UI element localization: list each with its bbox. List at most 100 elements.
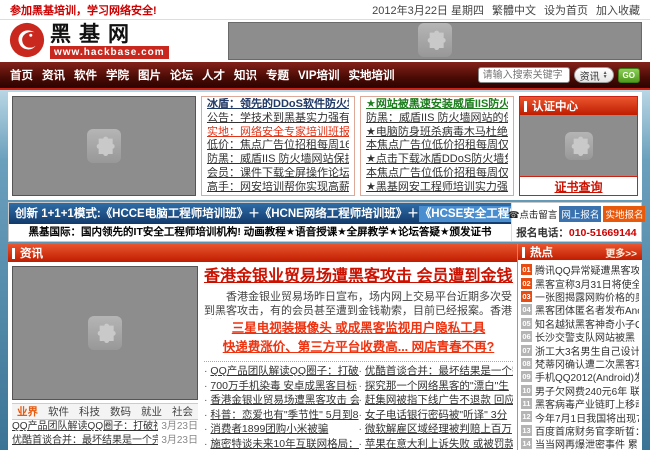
certification-image[interactable] (520, 115, 637, 176)
main-headline-link[interactable]: 香港金银业贸易场遭黑客攻击 会员遭到金钱勒索 (204, 266, 513, 288)
news-link[interactable]: 施密特谈未来10年互联网格局：隐 (210, 438, 358, 450)
hot-link[interactable]: 黑客宣称3月31日将使全 (535, 276, 639, 289)
set-homepage-link[interactable]: 设为首页 (544, 2, 588, 18)
news-link[interactable]: 700万手机染毒 安卓成黑客目标 (210, 380, 356, 392)
traditional-chinese-link[interactable]: 繁體中文 (492, 2, 536, 18)
hot-item: 13百度首席财务官李昕晢： (521, 424, 639, 437)
dotted-divider (204, 361, 513, 362)
tab-software[interactable]: 软件 (43, 404, 74, 419)
promo-link[interactable]: 实地：网络安全专家培训班报名中 (207, 126, 349, 139)
promo-link[interactable]: 低价：焦点广告位招租每周168元 (207, 139, 349, 152)
tab-industry[interactable]: 业界 (12, 404, 43, 419)
news-link[interactable]: 优酷首谈合并：最坏结果是一个完 (365, 365, 513, 377)
site-logo[interactable]: 黑基网 www.hackbase.com (8, 21, 228, 62)
news-link[interactable]: 香港金银业贸易场遭黑客攻击 会 (210, 394, 358, 406)
tab-news-link[interactable]: 优酷首谈合并：最坏结果是一个完了另一 (12, 434, 158, 448)
hot-item: 10男子欠网费240元6年 联 (521, 384, 639, 397)
hot-link[interactable]: 梵蒂冈确认遭二次黑客攻 (535, 357, 639, 370)
sub-headline-link[interactable]: 快递费涨价、第三方平台收费高... 网店青春不再? (204, 338, 513, 357)
training-banner: 创新 1+1+1模式:《HCCE电脑工程师培训班》＋《HCNE网络工程师培训班》… (8, 202, 642, 242)
promo-link[interactable]: 冰盾：领先的DDoS软件防火墙 (207, 98, 349, 111)
nav-item-onsite-training[interactable]: 实地培训 (349, 67, 395, 83)
news-link[interactable]: 赶集网被指下线广告不退款 回应 (365, 394, 513, 406)
search-go-button[interactable]: GO (618, 68, 640, 83)
tab-technology[interactable]: 科技 (74, 404, 105, 419)
hot-link[interactable]: 长沙交警支队网站被黑 (535, 330, 635, 343)
add-favorite-link[interactable]: 加入收藏 (596, 2, 640, 18)
hot-link[interactable]: 当当网再爆泄密事件 累 (535, 437, 638, 450)
news-link[interactable]: 苹果在意大利上诉失败 或被罚款 (365, 438, 513, 450)
hot-link[interactable]: 浙工大3名男生自己设计 (535, 343, 639, 356)
hot-list: 01腾讯QQ异常疑遭黑客攻击 02黑客宣称3月31日将使全 03一张图揭露网购价… (518, 260, 642, 450)
promo-link[interactable]: 会员：课件下载全屏操作论坛答疑 (207, 167, 349, 180)
promo-ad-image[interactable] (12, 96, 196, 196)
sub-headline-link[interactable]: 三星电视装摄像头 或成黑客监视用户隐私工具 (204, 319, 513, 338)
promo-link[interactable]: ★电脑防身班杀病毒木马杜绝艳照门 (366, 126, 508, 139)
nav-item-academy[interactable]: 学院 (106, 67, 129, 83)
tab-digital[interactable]: 数码 (105, 404, 136, 419)
promo-link[interactable]: ★网站被黑速安装威盾IIS防火墙 (366, 98, 508, 111)
tab-news-link[interactable]: QQ产品团队解读QQ圈子：打破社交壁垒 (12, 420, 158, 434)
tab-news-row: 优酷首谈合并：最坏结果是一个完了另一 3月23日 (12, 434, 198, 448)
current-date: 2012年3月22日 星期四 (372, 2, 484, 18)
promo-link[interactable]: 高手：网安培训帮你实现高薪梦想 (207, 181, 349, 194)
hot-item: 04黑客团体匿名者发布Ano (521, 303, 639, 316)
certificate-query-link[interactable]: 证书查询 (554, 178, 602, 195)
hot-link[interactable]: 黑客病毒产业链盯上移动 (535, 397, 639, 410)
search-category-select[interactable]: 资讯 ▲▼ (574, 67, 614, 83)
hot-more-link[interactable]: 更多>> (605, 245, 637, 260)
training-banner-line2[interactable]: 黑基国际：国内领先的IT安全工程师培训机构! 动画教程★语音授课★全屏教学★论坛… (9, 224, 511, 241)
select-arrows-icon: ▲▼ (603, 71, 608, 79)
promo-link[interactable]: 本焦点广告位低价招租每周仅168元 (366, 139, 508, 152)
hot-link[interactable]: 黑客团体匿名者发布Ano (535, 303, 639, 316)
nav-item-forum[interactable]: 论坛 (170, 67, 193, 83)
news-photo[interactable] (12, 266, 198, 400)
nav-item-pictures[interactable]: 图片 (138, 67, 161, 83)
nav-item-talent[interactable]: 人才 (202, 67, 225, 83)
tab-society[interactable]: 社会 (167, 404, 198, 419)
news-link[interactable]: 微软解雇区域经理被判赔上百万 (365, 423, 512, 435)
signup-panel: ☎点击留言 网上报名 实地报名 报名电话：010-51669144 (511, 203, 641, 241)
leave-message-link[interactable]: ☎点击留言 (508, 207, 558, 221)
hot-link[interactable]: 手机QQ2012(Android)发 (535, 370, 639, 383)
search-input[interactable] (478, 67, 570, 83)
hot-link[interactable]: 一张图揭露网购价格的奥 (535, 290, 639, 303)
news-column: 资讯 业界 软件 科技 数码 就业 社会 QQ产品团队解读QQ圈子 (8, 244, 518, 450)
hot-link[interactable]: 知名越狱黑客神奇小子G (535, 317, 639, 330)
news-link[interactable]: 消费者1899团购小米被骗 (210, 423, 328, 435)
hot-item: 06长沙交警支队网站被黑 (521, 330, 639, 343)
nav-item-software[interactable]: 软件 (74, 67, 97, 83)
dragon-logo-icon (8, 21, 46, 62)
main-nav: 首页 资讯 软件 学院 图片 论坛 人才 知识 专题 VIP培训 实地培训 资讯… (0, 62, 650, 90)
onsite-signup-link[interactable]: 实地报名 (603, 206, 645, 222)
nav-item-knowledge[interactable]: 知识 (234, 67, 257, 83)
promo-link[interactable]: 本焦点广告位低价招租每周仅168元 (366, 167, 508, 180)
promo-link[interactable]: 防黑：威盾IIS 防火墙网站保护神 (207, 153, 349, 166)
nav-item-vip-training[interactable]: VIP培训 (298, 67, 340, 83)
news-link[interactable]: 科普：恋爱也有"季节性" 5月到8 (210, 409, 358, 421)
promo-link[interactable]: ★点击下载冰盾DDoS防火墙免费版 (366, 153, 508, 166)
hot-item: 12今年7月1日我国将出现7 (521, 410, 639, 423)
news-link[interactable]: 女子电话银行密码被"听译" 3分 (365, 409, 507, 421)
hot-link[interactable]: 今年7月1日我国将出现7 (535, 410, 639, 423)
phone-number: 010-51669144 (569, 227, 637, 239)
hot-link[interactable]: 男子欠网费240元6年 联 (535, 384, 639, 397)
promo-link[interactable]: ★黑基网安工程师培训实力强信誉好 (366, 181, 508, 194)
promo-link[interactable]: 公告：学技术到黑基实力强有保障 (207, 112, 349, 125)
hot-link[interactable]: 腾讯QQ异常疑遭黑客攻击 (535, 263, 639, 276)
hot-link[interactable]: 百度首席财务官李昕晢： (535, 424, 639, 437)
news-link[interactable]: 探究那一个网络黑客的"漂白"生 (365, 380, 509, 392)
nav-links: 首页 资讯 软件 学院 图片 论坛 人才 知识 专题 VIP培训 实地培训 (10, 67, 478, 83)
training-slogan-link[interactable]: 参加黑基培训，学习网络安全! (10, 2, 157, 18)
nav-item-home[interactable]: 首页 (10, 67, 33, 83)
site-name: 黑基网 (50, 24, 169, 46)
tab-employment[interactable]: 就业 (136, 404, 167, 419)
promo-link[interactable]: 防黑：威盾IIS 防火墙网站的保护神 (366, 112, 508, 125)
nav-item-news[interactable]: 资讯 (42, 67, 65, 83)
training-banner-line1[interactable]: 创新 1+1+1模式:《HCCE电脑工程师培训班》＋《HCNE网络工程师培训班》… (9, 203, 511, 224)
hot-item: 02黑客宣称3月31日将使全 (521, 276, 639, 289)
news-link[interactable]: QQ产品团队解读QQ圈子：打破社 (210, 365, 358, 377)
online-signup-link[interactable]: 网上报名 (559, 206, 601, 222)
header-ad-banner[interactable] (228, 22, 642, 60)
nav-item-topics[interactable]: 专题 (266, 67, 289, 83)
